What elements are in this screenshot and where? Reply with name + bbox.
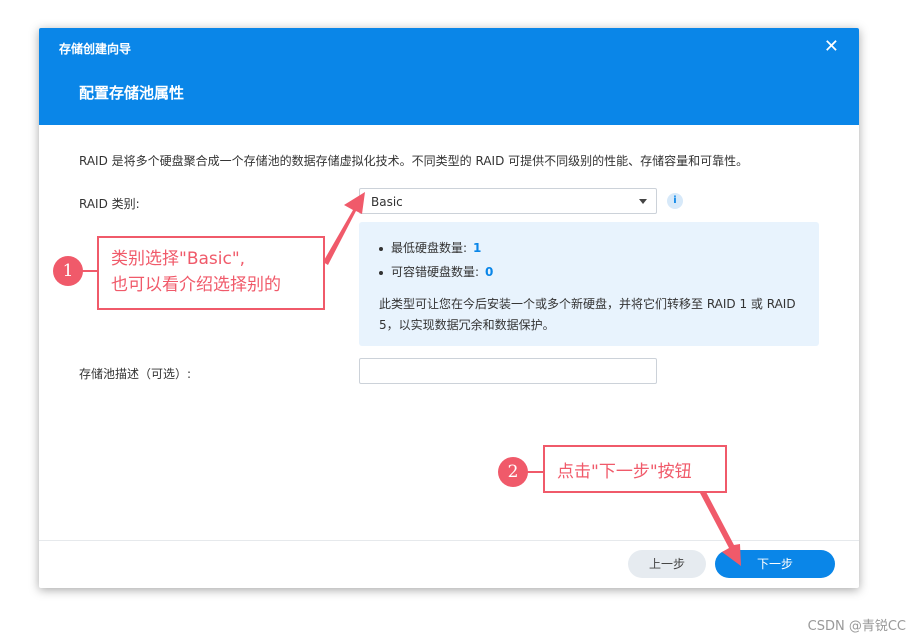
annotation2-arrow — [700, 490, 741, 566]
annotation1-number: 1 — [53, 256, 83, 286]
annotation-arrows — [68, 192, 741, 566]
watermark: CSDN @青锐CC — [807, 619, 906, 634]
annotation1-callout: 类别选择"Basic", 也可以看介绍选择别的 — [97, 236, 325, 310]
annotation2-number: 2 — [498, 457, 528, 487]
annotation1-line1: 类别选择"Basic", — [111, 249, 246, 269]
annotation2-callout: 点击"下一步"按钮 — [543, 445, 727, 493]
annotation2-text: 点击"下一步"按钮 — [557, 462, 692, 482]
annotation1-arrow — [323, 192, 365, 265]
annotation1-line2: 也可以看介绍选择别的 — [111, 275, 281, 295]
